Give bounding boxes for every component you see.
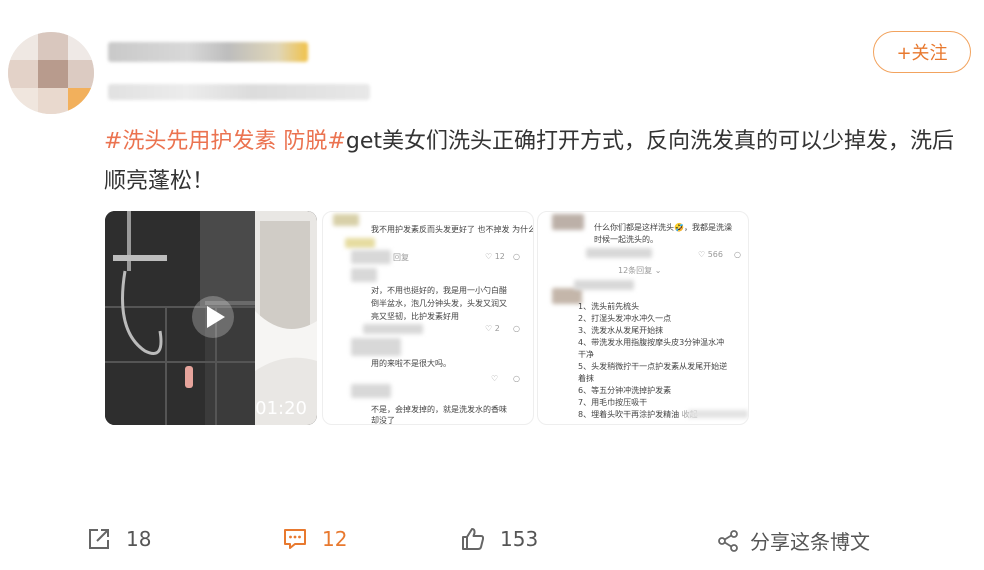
step-item: 干净	[578, 350, 594, 359]
username-blur	[574, 280, 634, 290]
repost-count: 18	[126, 527, 152, 551]
play-icon[interactable]	[191, 295, 235, 339]
image-thumbnail-2[interactable]: 我不用护发素反而头发更好了 也不掉发 为什么 回复 ♡ 12 ○ 对，不用也挺好…	[322, 211, 534, 425]
step-item: 4、带洗发水用指腹按摩头皮3分钟温水冲	[578, 338, 725, 347]
step-item: 8、埋着头吹干再涂护发精油 收起	[578, 410, 698, 419]
avatar-blur	[333, 214, 359, 226]
repost-button[interactable]: 18	[86, 526, 151, 552]
share-post-label: 分享这条博文	[750, 530, 870, 554]
comment-text: 时候一起洗头的。	[594, 235, 658, 244]
avatar-blur	[351, 384, 391, 398]
video-duration: 01:20	[255, 398, 307, 419]
comment-icon: ○	[513, 252, 520, 261]
comment-text: 不是，会掉发掉的，就是洗发水的香味	[371, 405, 507, 414]
comment-text: 我不用护发素反而头发更好了 也不掉发 为什么	[371, 225, 534, 234]
step-item: 6、等五分钟冲洗掉护发素	[578, 386, 672, 395]
comment-text: 对，不用也挺好的，我是用一小勺白醋	[371, 286, 507, 295]
like-count: 153	[500, 527, 539, 551]
comment-text: 亮又坚韧，比护发素好用	[371, 312, 459, 321]
comment-icon	[284, 529, 306, 549]
image-thumbnail-3[interactable]: 什么你们都是这样洗头🤣，我都是洗澡 时候一起洗头的。 ♡ 566 ○ 12条回复…	[537, 211, 749, 425]
comment-button[interactable]: 12	[282, 526, 347, 552]
avatar[interactable]	[8, 32, 94, 114]
comment-icon: ○	[513, 324, 520, 333]
avatar-blur	[351, 338, 401, 356]
comment-text: 什么你们都是这样洗头🤣，我都是洗澡	[594, 223, 732, 232]
step-item: 2、打湿头发冲水冲久一点	[578, 314, 672, 323]
video-thumbnail[interactable]: 01:20	[105, 211, 317, 425]
like-icon: ♡	[491, 374, 499, 383]
username-blur	[363, 324, 423, 334]
like-count: ♡ 2	[485, 324, 500, 333]
comment-text: 用的来啦不是很大吗。	[371, 359, 451, 368]
topic-tag-link[interactable]: #洗头先用护发素 防脱#	[104, 129, 346, 154]
avatar-blur	[552, 214, 584, 230]
step-item: 7、用毛巾按压吸干	[578, 398, 648, 407]
watermark-blur	[688, 410, 748, 418]
replies-link: 12条回复 ⌄	[618, 266, 662, 275]
username-blurred[interactable]	[108, 42, 308, 62]
username-blur	[586, 248, 652, 258]
like-count: ♡ 566	[698, 250, 723, 259]
step-item: 3、洗发水从发尾开始抹	[578, 326, 664, 335]
share-nodes-icon	[718, 529, 738, 552]
avatar-blur	[351, 268, 377, 282]
comment-count: 12	[322, 527, 348, 551]
share-icon	[89, 529, 109, 549]
follow-label: +关注	[896, 43, 948, 64]
like-count: ♡ 12	[485, 252, 505, 261]
step-item: 5、头发稍微拧干一点护发素从发尾开始逆	[578, 362, 728, 371]
comment-text: 倒半盆水，泡几分钟头发，头发又润又	[371, 299, 507, 308]
post-text: #洗头先用护发素 防脱#get美女们洗头正确打开方式，反向洗发真的可以少掉发，洗…	[104, 122, 964, 202]
reply-link: 回复	[393, 253, 409, 262]
thumbs-up-icon	[462, 528, 485, 550]
comment-text: 却没了	[371, 416, 395, 425]
username-blur	[351, 250, 391, 264]
step-item: 1、洗头前先梳头	[578, 302, 640, 311]
post-meta-blurred	[108, 84, 370, 100]
like-button[interactable]: 153	[460, 526, 538, 552]
comment-icon: ○	[513, 374, 520, 383]
share-post-button[interactable]: 分享这条博文	[716, 526, 870, 555]
emoji-blur	[345, 238, 375, 248]
step-item: 着抹	[578, 374, 594, 383]
follow-button[interactable]: +关注	[873, 31, 971, 73]
comment-icon: ○	[734, 250, 741, 259]
